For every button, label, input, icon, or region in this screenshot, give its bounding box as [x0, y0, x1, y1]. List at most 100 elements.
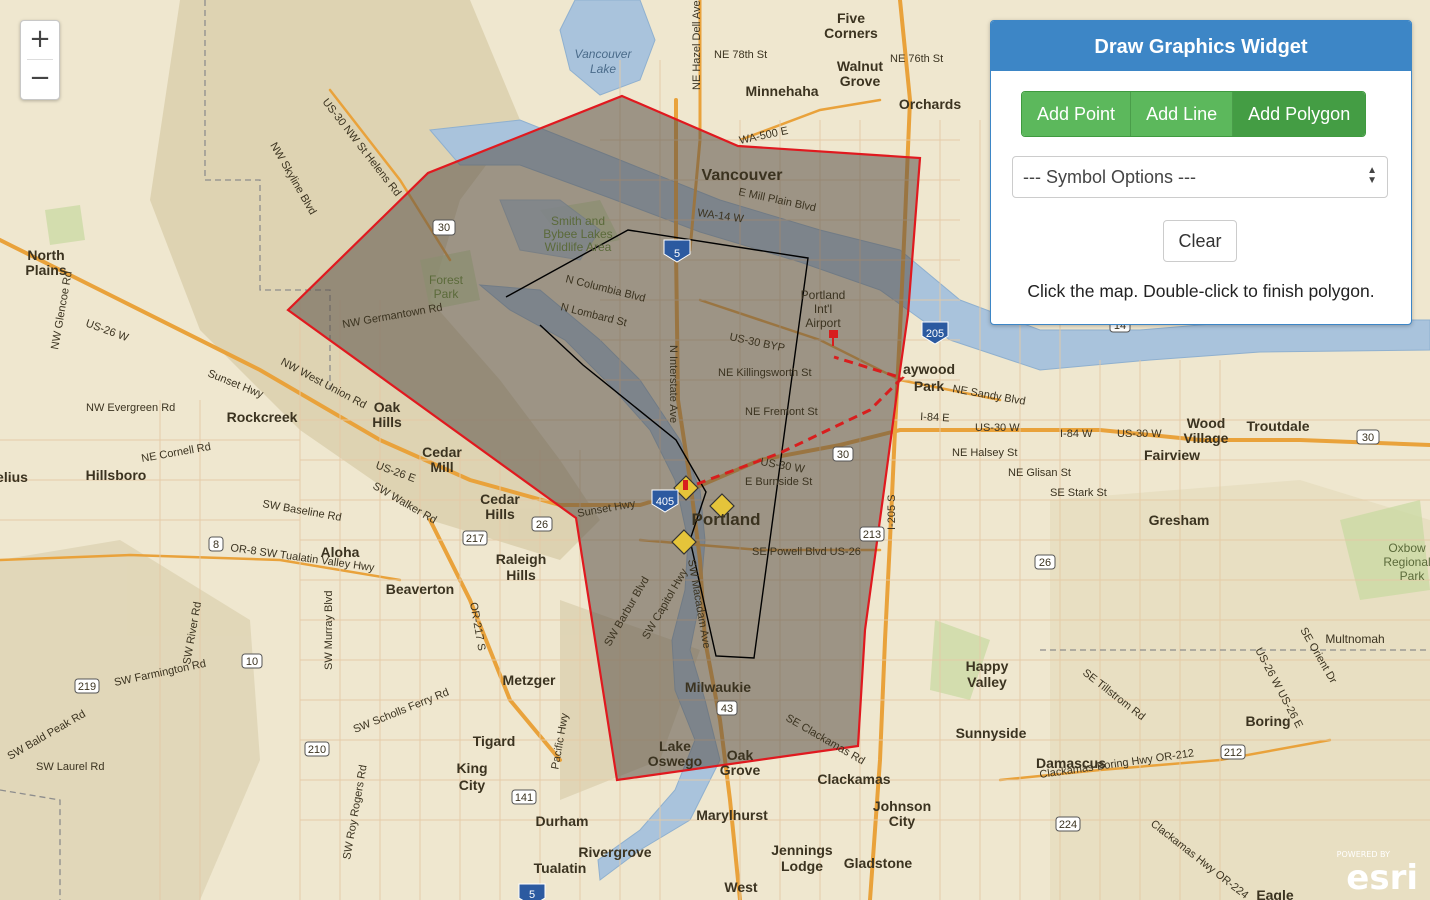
svg-text:Regional: Regional	[1383, 555, 1430, 569]
svg-text:213: 213	[863, 529, 881, 541]
svg-text:Marylhurst: Marylhurst	[696, 807, 768, 823]
svg-text:10: 10	[246, 656, 258, 668]
svg-text:N Interstate Ave: N Interstate Ave	[667, 345, 679, 423]
svg-text:Five: Five	[837, 10, 865, 26]
svg-text:217: 217	[466, 533, 484, 545]
svg-text:Clackamas: Clackamas	[817, 771, 890, 787]
svg-text:I-205 S: I-205 S	[886, 495, 898, 530]
esri-logo[interactable]: esri	[1346, 858, 1418, 898]
svg-text:Village: Village	[1184, 430, 1229, 446]
svg-text:Hills: Hills	[506, 567, 536, 583]
svg-text:Durham: Durham	[536, 813, 589, 829]
svg-text:205: 205	[926, 328, 944, 340]
svg-text:SW Murray Blvd: SW Murray Blvd	[323, 591, 335, 670]
draw-graphics-widget: Draw Graphics Widget Add Point Add Line …	[990, 20, 1412, 325]
svg-text:Fairview: Fairview	[1144, 447, 1200, 463]
zoom-in-button[interactable]: +	[21, 21, 59, 59]
svg-text:Tualatin: Tualatin	[534, 860, 587, 876]
svg-text:Lake: Lake	[590, 62, 616, 76]
svg-text:26: 26	[536, 519, 548, 531]
svg-text:405: 405	[656, 496, 674, 508]
svg-text:Lodge: Lodge	[781, 858, 823, 874]
svg-text:30: 30	[1362, 432, 1374, 444]
svg-text:Corners: Corners	[824, 25, 878, 41]
svg-text:Grove: Grove	[720, 762, 761, 778]
svg-text:Portland: Portland	[801, 288, 846, 302]
svg-text:5: 5	[674, 248, 680, 260]
svg-text:NE Killingsworth St: NE Killingsworth St	[718, 367, 812, 379]
add-polygon-button[interactable]: Add Polygon	[1233, 92, 1366, 136]
svg-text:US-30 W: US-30 W	[1117, 428, 1162, 440]
svg-text:210: 210	[308, 744, 326, 756]
svg-text:City: City	[459, 777, 486, 793]
instruction-text: Click the map. Double-click to finish po…	[1027, 281, 1375, 301]
svg-text:SE Powell Blvd US-26: SE Powell Blvd US-26	[752, 546, 861, 558]
svg-text:Bybee Lakes: Bybee Lakes	[543, 227, 612, 241]
svg-text:NW Evergreen Rd: NW Evergreen Rd	[86, 402, 175, 414]
svg-text:219: 219	[78, 681, 96, 693]
svg-text:Vancouver: Vancouver	[702, 167, 783, 184]
svg-text:SW Laurel Rd: SW Laurel Rd	[36, 761, 104, 773]
svg-text:NE 78th St: NE 78th St	[714, 49, 767, 61]
svg-text:Multnomah: Multnomah	[1325, 632, 1384, 646]
svg-text:224: 224	[1059, 819, 1077, 831]
svg-text:aywood: aywood	[903, 361, 955, 377]
svg-text:NE 76th St: NE 76th St	[890, 53, 943, 65]
draw-mode-button-group: Add Point Add Line Add Polygon	[1021, 91, 1367, 137]
svg-text:Hills: Hills	[485, 506, 515, 522]
svg-text:Eagle: Eagle	[1256, 887, 1294, 900]
svg-text:Oxbow: Oxbow	[1388, 541, 1426, 555]
svg-text:Park: Park	[1400, 569, 1426, 583]
svg-text:Airport: Airport	[805, 316, 841, 330]
svg-text:26: 26	[1039, 557, 1051, 569]
svg-text:NE Glisan St: NE Glisan St	[1008, 467, 1071, 479]
svg-text:I-84 W: I-84 W	[1060, 428, 1093, 440]
svg-text:8: 8	[213, 539, 219, 551]
svg-text:Happy: Happy	[966, 658, 1009, 674]
svg-text:30: 30	[837, 449, 849, 461]
svg-text:Raleigh: Raleigh	[496, 551, 547, 567]
svg-text:I-84 E: I-84 E	[920, 411, 950, 425]
svg-text:Metzger: Metzger	[503, 672, 556, 688]
svg-text:Portland: Portland	[692, 510, 761, 529]
svg-text:Walnut: Walnut	[837, 58, 883, 74]
select-arrows-icon: ▲ ▼	[1367, 165, 1377, 186]
svg-text:Oswego: Oswego	[648, 753, 702, 769]
svg-text:North: North	[27, 247, 64, 263]
symbol-options-select[interactable]: --- Symbol Options --- ▲ ▼	[1012, 156, 1388, 198]
clear-button[interactable]: Clear	[1163, 220, 1237, 262]
svg-text:Vancouver: Vancouver	[575, 47, 633, 61]
svg-text:Gresham: Gresham	[1149, 512, 1210, 528]
svg-text:Boring: Boring	[1245, 713, 1290, 729]
svg-text:Cedar: Cedar	[422, 444, 462, 460]
zoom-out-button[interactable]: −	[21, 60, 59, 98]
add-point-button[interactable]: Add Point	[1022, 92, 1132, 136]
svg-text:NE Fremont St: NE Fremont St	[745, 406, 818, 418]
svg-text:Smith and: Smith and	[551, 214, 605, 228]
svg-text:Forest: Forest	[429, 273, 464, 287]
svg-text:Troutdale: Troutdale	[1246, 418, 1309, 434]
svg-text:30: 30	[438, 222, 450, 234]
svg-text:Sunnyside: Sunnyside	[956, 725, 1027, 741]
svg-text:Mill: Mill	[430, 459, 453, 475]
svg-text:Jennings: Jennings	[771, 842, 833, 858]
svg-text:Park: Park	[434, 287, 460, 301]
svg-text:Beaverton: Beaverton	[386, 581, 454, 597]
svg-text:SE Stark St: SE Stark St	[1050, 487, 1107, 499]
add-line-button[interactable]: Add Line	[1131, 92, 1234, 136]
svg-text:Tigard: Tigard	[473, 733, 516, 749]
svg-text:Plains: Plains	[25, 262, 66, 278]
widget-title: Draw Graphics Widget	[991, 21, 1411, 71]
svg-text:Grove: Grove	[840, 73, 881, 89]
svg-text:43: 43	[721, 703, 733, 715]
square-marker	[829, 330, 838, 338]
svg-text:Oak: Oak	[727, 747, 754, 763]
svg-text:Wood: Wood	[1187, 415, 1226, 431]
svg-text:NE Hazel Dell Ave: NE Hazel Dell Ave	[691, 0, 703, 90]
zoom-control: + −	[20, 20, 60, 100]
svg-text:Orchards: Orchards	[899, 96, 961, 112]
svg-text:NE Halsey St: NE Halsey St	[952, 447, 1017, 459]
svg-text:Int'l: Int'l	[814, 302, 832, 316]
svg-text:Cedar: Cedar	[480, 491, 520, 507]
svg-text:141: 141	[515, 792, 533, 804]
